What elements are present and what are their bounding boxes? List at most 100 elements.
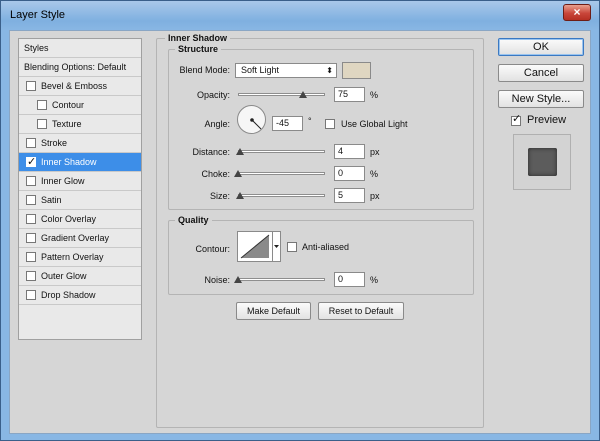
style-item-stroke[interactable]: Stroke bbox=[19, 134, 141, 153]
styles-header[interactable]: Styles bbox=[19, 39, 141, 58]
size-slider-track[interactable] bbox=[238, 194, 325, 197]
distance-slider-thumb[interactable] bbox=[235, 148, 244, 155]
quality-title: Quality bbox=[175, 215, 212, 225]
choke-slider-thumb[interactable] bbox=[234, 170, 242, 177]
style-item-checkbox[interactable] bbox=[26, 290, 36, 300]
contour-dropdown[interactable] bbox=[273, 231, 281, 262]
noise-unit: % bbox=[370, 275, 379, 285]
use-global-light-checkbox[interactable] bbox=[325, 119, 335, 129]
ok-button[interactable]: OK bbox=[498, 38, 584, 56]
style-item-label: Color Overlay bbox=[41, 214, 97, 224]
use-global-light-label: Use Global Light bbox=[341, 119, 408, 129]
preview-checkbox[interactable] bbox=[511, 112, 521, 126]
anti-aliased-checkbox[interactable] bbox=[287, 242, 297, 252]
preview-swatch bbox=[528, 148, 557, 176]
style-item-pattern-overlay[interactable]: Pattern Overlay bbox=[19, 248, 141, 267]
inner-shadow-panel: Inner Shadow Structure Blend Mode: Soft … bbox=[156, 33, 484, 428]
style-item-checkbox[interactable] bbox=[26, 271, 36, 281]
noise-label: Noise: bbox=[204, 275, 230, 285]
size-slider-thumb[interactable] bbox=[235, 192, 244, 199]
dropdown-arrow-icon: ⬍ bbox=[326, 66, 333, 75]
style-item-bevel-emboss[interactable]: Bevel & Emboss bbox=[19, 77, 141, 96]
style-item-checkbox[interactable] bbox=[26, 214, 36, 224]
blend-mode-label: Blend Mode: bbox=[179, 65, 230, 75]
style-item-contour[interactable]: Contour bbox=[19, 96, 141, 115]
blend-mode-select[interactable]: Soft Light ⬍ bbox=[235, 63, 337, 78]
inner-shadow-title: Inner Shadow bbox=[165, 33, 231, 43]
style-item-label: Inner Glow bbox=[41, 176, 85, 186]
styles-header-label: Styles bbox=[24, 43, 49, 53]
blending-options-label: Blending Options: Default bbox=[24, 62, 127, 72]
style-item-checkbox[interactable] bbox=[26, 176, 36, 186]
structure-group: Structure Blend Mode: Soft Light ⬍ Opaci… bbox=[168, 44, 474, 210]
angle-label: Angle: bbox=[204, 119, 230, 129]
quality-group: Quality Contour: Anti-aliased Noise: 0 % bbox=[168, 215, 474, 295]
style-item-checkbox[interactable] bbox=[26, 81, 36, 91]
style-item-inner-shadow[interactable]: Inner Shadow bbox=[19, 153, 141, 172]
angle-indicator-icon bbox=[250, 118, 262, 130]
shadow-color-swatch[interactable] bbox=[342, 62, 371, 79]
style-item-satin[interactable]: Satin bbox=[19, 191, 141, 210]
contour-dropdown-arrow-icon bbox=[274, 245, 279, 248]
make-default-button[interactable]: Make Default bbox=[236, 302, 311, 320]
preview-label: Preview bbox=[527, 114, 567, 126]
style-item-label: Texture bbox=[52, 119, 82, 129]
angle-unit: ° bbox=[308, 116, 312, 126]
style-item-checkbox[interactable] bbox=[37, 100, 47, 110]
opacity-slider-track[interactable] bbox=[238, 93, 325, 96]
structure-title: Structure bbox=[175, 44, 222, 54]
style-item-label: Drop Shadow bbox=[41, 290, 96, 300]
contour-curve-icon bbox=[240, 234, 270, 259]
style-item-checkbox[interactable] bbox=[26, 138, 36, 148]
opacity-slider-thumb[interactable] bbox=[299, 91, 308, 98]
angle-input[interactable]: -45 bbox=[272, 116, 303, 131]
style-item-checkbox[interactable] bbox=[26, 195, 36, 205]
style-item-label: Gradient Overlay bbox=[41, 233, 110, 243]
choke-input[interactable]: 0 bbox=[334, 166, 365, 181]
style-item-label: Stroke bbox=[41, 138, 68, 148]
opacity-unit: % bbox=[370, 90, 379, 100]
contour-picker[interactable] bbox=[237, 231, 273, 262]
cancel-button[interactable]: Cancel bbox=[498, 64, 584, 82]
style-item-gradient-overlay[interactable]: Gradient Overlay bbox=[19, 229, 141, 248]
size-label: Size: bbox=[209, 191, 230, 201]
style-item-outer-glow[interactable]: Outer Glow bbox=[19, 267, 141, 286]
contour-label: Contour: bbox=[195, 244, 230, 254]
noise-slider-track[interactable] bbox=[238, 278, 325, 281]
layer-style-dialog: Layer Style × Styles Blending Options: D… bbox=[0, 0, 600, 441]
new-style-button[interactable]: New Style... bbox=[498, 90, 584, 108]
noise-slider-thumb[interactable] bbox=[234, 276, 242, 283]
style-item-color-overlay[interactable]: Color Overlay bbox=[19, 210, 141, 229]
style-item-label: Pattern Overlay bbox=[41, 252, 104, 262]
size-input[interactable]: 5 bbox=[334, 188, 365, 203]
style-item-checkbox[interactable] bbox=[37, 119, 47, 129]
style-item-checkbox[interactable] bbox=[26, 153, 36, 171]
style-item-label: Outer Glow bbox=[41, 271, 87, 281]
style-item-label: Inner Shadow bbox=[41, 157, 97, 167]
size-unit: px bbox=[370, 191, 380, 201]
style-item-label: Contour bbox=[52, 100, 85, 110]
reset-to-default-button[interactable]: Reset to Default bbox=[318, 302, 404, 320]
dialog-body: Styles Blending Options: Default Bevel &… bbox=[9, 30, 591, 434]
choke-unit: % bbox=[370, 169, 379, 179]
anti-aliased-label: Anti-aliased bbox=[302, 242, 350, 252]
close-button[interactable]: × bbox=[563, 4, 591, 21]
preview-thumbnail bbox=[513, 134, 571, 190]
choke-slider-track[interactable] bbox=[238, 172, 325, 175]
distance-unit: px bbox=[370, 147, 380, 157]
style-item-drop-shadow[interactable]: Drop Shadow bbox=[19, 286, 141, 305]
noise-input[interactable]: 0 bbox=[334, 272, 365, 287]
style-item-inner-glow[interactable]: Inner Glow bbox=[19, 172, 141, 191]
style-item-texture[interactable]: Texture bbox=[19, 115, 141, 134]
distance-slider-track[interactable] bbox=[238, 150, 325, 153]
close-icon: × bbox=[573, 5, 581, 19]
distance-input[interactable]: 4 bbox=[334, 144, 365, 159]
angle-dial[interactable] bbox=[237, 105, 266, 134]
window-title: Layer Style bbox=[10, 9, 66, 21]
style-item-checkbox[interactable] bbox=[26, 233, 36, 243]
title-bar[interactable]: Layer Style × bbox=[1, 1, 599, 29]
blending-options-item[interactable]: Blending Options: Default bbox=[19, 58, 141, 77]
opacity-input[interactable]: 75 bbox=[334, 87, 365, 102]
style-item-checkbox[interactable] bbox=[26, 252, 36, 262]
opacity-label: Opacity: bbox=[196, 90, 230, 100]
